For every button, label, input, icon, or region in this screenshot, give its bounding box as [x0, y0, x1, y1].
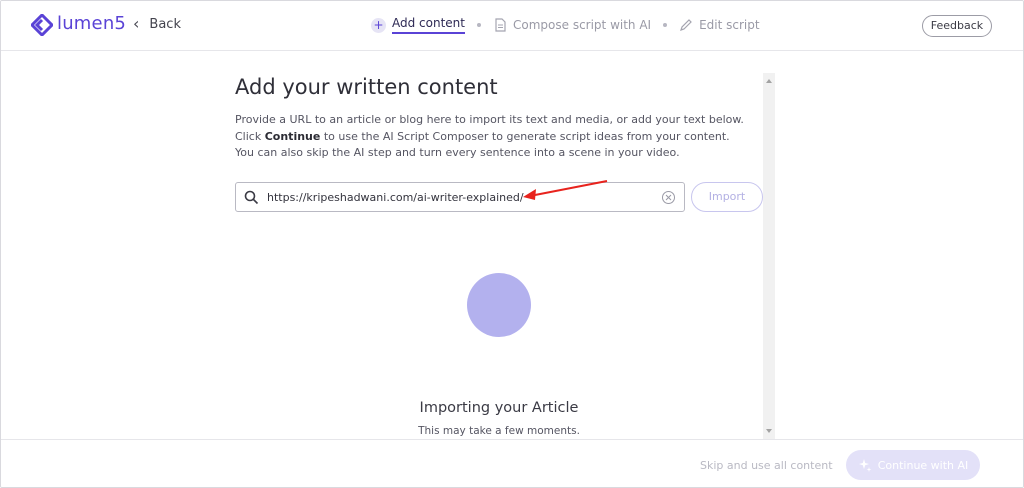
page-description: Provide a URL to an article or blog here… [235, 112, 750, 162]
logo-text[interactable]: lumen5 [57, 13, 126, 34]
step-navigation: + Add content Compose script with AI Edi… [371, 16, 760, 34]
import-button[interactable]: Import [691, 182, 763, 212]
importing-title: Importing your Article [419, 400, 579, 416]
step-add-content[interactable]: + Add content [371, 16, 465, 34]
scroll-up-icon[interactable] [766, 79, 772, 83]
step-label: Compose script with AI [513, 18, 652, 32]
url-import-row: https://kripeshadwani.com/ai-writer-expl… [235, 182, 763, 212]
vertical-scrollbar[interactable] [763, 73, 775, 439]
sparkle-icon [858, 459, 872, 472]
red-arrow-annotation-icon [523, 180, 608, 200]
url-input[interactable]: https://kripeshadwani.com/ai-writer-expl… [235, 182, 685, 212]
back-button[interactable]: ‹ Back [133, 15, 181, 33]
bottom-bar: Skip and use all content Continue with A… [1, 439, 1023, 487]
search-icon [244, 190, 259, 204]
lumen5-logo-icon[interactable] [31, 14, 53, 36]
importing-subtitle: This may take a few moments. [418, 425, 580, 437]
continue-label: Continue with AI [877, 458, 969, 472]
continue-with-ai-button[interactable]: Continue with AI [846, 450, 980, 480]
loading-spinner [467, 273, 531, 337]
plus-icon: + [371, 17, 386, 33]
scroll-down-icon[interactable] [766, 429, 772, 433]
step-compose-script[interactable]: Compose script with AI [493, 18, 651, 32]
pencil-icon [680, 19, 692, 31]
step-edit-script[interactable]: Edit script [679, 18, 760, 32]
app-window: lumen5 ‹ Back + Add content Compose scri… [0, 0, 1024, 488]
back-label: Back [149, 16, 181, 32]
step-label: Edit script [699, 18, 760, 32]
step-separator [663, 23, 668, 27]
step-label: Add content [392, 16, 465, 34]
feedback-button[interactable]: Feedback [922, 15, 992, 37]
page-title: Add your written content [235, 75, 498, 99]
top-bar: lumen5 ‹ Back + Add content Compose scri… [1, 1, 1023, 51]
step-separator [477, 23, 481, 27]
desc-bold-continue: Continue [264, 129, 321, 143]
document-icon [495, 18, 506, 32]
skip-and-use-all-content-button[interactable]: Skip and use all content [700, 459, 833, 472]
content-panel: Add your written content Provide a URL t… [235, 75, 765, 162]
chevron-left-icon: ‹ [133, 14, 140, 33]
clear-icon[interactable] [661, 190, 676, 205]
